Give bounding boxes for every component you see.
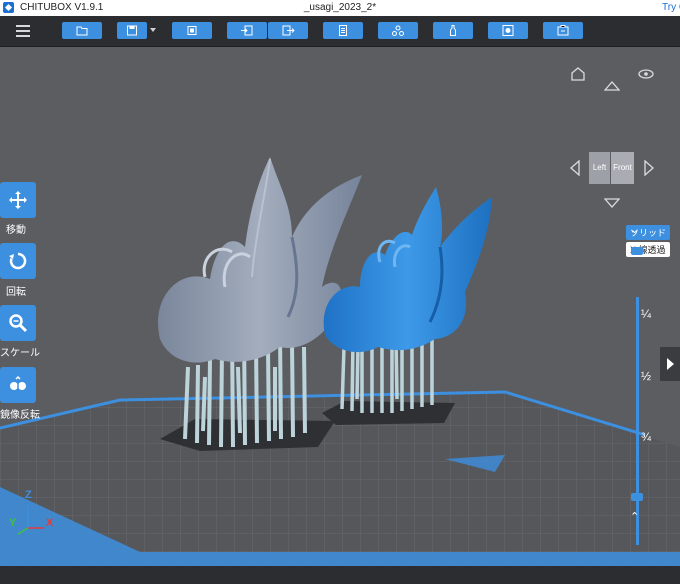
rotate-icon — [9, 252, 27, 270]
panel-expand-tab[interactable] — [660, 347, 680, 381]
toolbar — [0, 16, 680, 47]
scale-tool-label: スケール — [0, 348, 40, 359]
save-dropdown-icon[interactable] — [150, 28, 156, 32]
slice-icon — [557, 25, 569, 36]
mirror-tool-label: 鏡像反転 — [0, 410, 40, 421]
slider-up-chevron-icon[interactable]: ⌃ — [630, 510, 639, 523]
model-blue — [323, 187, 492, 353]
support-icon — [392, 25, 404, 36]
mirror-icon — [10, 375, 26, 393]
layer-slider-top-handle[interactable] — [631, 247, 643, 255]
scale-tool-button[interactable] — [0, 305, 36, 341]
frame-icon — [502, 25, 514, 36]
view-cube-front[interactable]: Front — [611, 152, 634, 184]
slider-mark-half: ½ — [641, 369, 652, 383]
arrow-left-icon[interactable] — [570, 160, 580, 176]
eye-icon[interactable] — [638, 69, 654, 79]
import-button[interactable] — [227, 22, 267, 39]
layer-slider-track[interactable] — [636, 297, 639, 545]
scene — [0, 157, 680, 567]
home-view-icon[interactable] — [570, 66, 586, 81]
layout-icon — [187, 26, 197, 35]
arrow-right-icon[interactable] — [644, 160, 654, 176]
settings-button[interactable] — [433, 22, 473, 39]
arrow-down-icon[interactable] — [604, 198, 620, 208]
print-settings-button[interactable] — [488, 22, 528, 39]
export-button[interactable] — [268, 22, 308, 39]
open-file-button[interactable] — [62, 22, 102, 39]
axis-x-label: X — [46, 517, 54, 529]
axis-y-label: Y — [9, 517, 17, 529]
slider-down-chevron-icon[interactable]: ⌄ — [630, 223, 639, 236]
slice-button[interactable] — [543, 22, 583, 39]
arrow-up-icon[interactable] — [604, 81, 620, 91]
layer-slider-bottom-handle[interactable] — [631, 493, 643, 501]
export-icon — [282, 25, 295, 36]
rotate-tool-button[interactable] — [0, 243, 36, 279]
document-icon — [339, 25, 347, 36]
axis-z-label: Z — [25, 489, 32, 501]
hamburger-menu-icon[interactable] — [16, 25, 30, 37]
scale-icon — [9, 314, 28, 333]
import-icon — [241, 25, 253, 36]
folder-icon — [76, 26, 88, 36]
rotate-tool-label: 回転 — [6, 287, 26, 298]
bottle-icon — [450, 25, 456, 36]
view-cube-left[interactable]: Left — [589, 152, 610, 184]
move-tool-label: 移動 — [6, 225, 26, 236]
try-link[interactable]: Try C — [662, 2, 680, 13]
3d-viewport[interactable]: 移動 回転 スケール 鏡像反転 Left Front ソリッド X 線透過 ⌄ … — [0, 47, 680, 567]
auto-layout-button[interactable] — [172, 22, 212, 39]
save-icon — [127, 25, 137, 36]
slider-mark-three-quarters: ¾ — [641, 430, 652, 444]
mirror-tool-button[interactable] — [0, 367, 36, 403]
support-button[interactable] — [378, 22, 418, 39]
move-tool-button[interactable] — [0, 182, 36, 218]
hollow-button[interactable] — [323, 22, 363, 39]
move-icon — [9, 191, 27, 209]
slider-mark-quarter: ¼ — [641, 307, 652, 321]
title-bar: CHITUBOX V1.9.1 _usagi_2023_2* Try C — [0, 0, 680, 16]
file-name: _usagi_2023_2* — [303, 2, 377, 13]
status-bar — [0, 566, 680, 584]
save-button[interactable] — [117, 22, 156, 39]
